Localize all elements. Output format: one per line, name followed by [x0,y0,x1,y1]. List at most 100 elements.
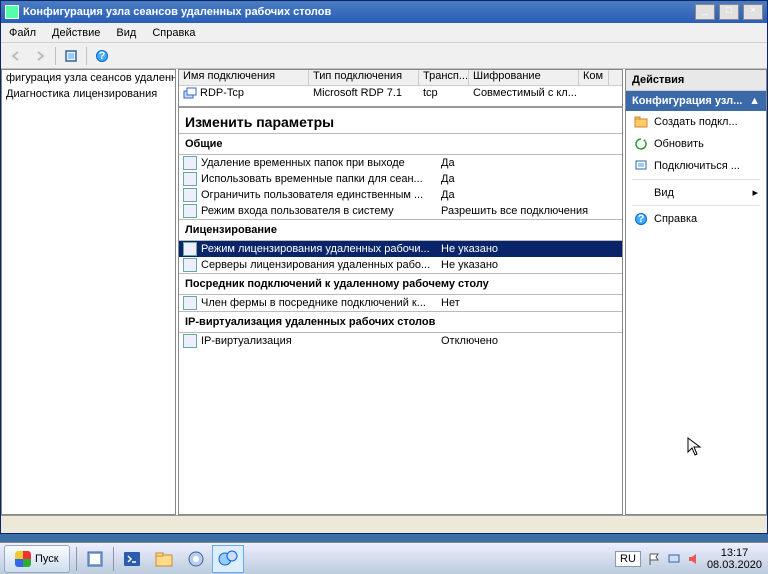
col-comment[interactable]: Ком [579,70,609,85]
prop-row[interactable]: Режим входа пользователя в системуРазреш… [179,203,622,219]
help-button[interactable]: ? [91,46,113,66]
group-general: Общие [179,133,622,155]
toolbar-separator [55,47,56,65]
sheet-icon [183,296,197,310]
titlebar: Конфигурация узла сеансов удаленных рабо… [1,1,767,23]
action-label: Справка [654,213,697,225]
conn-encryption: Совместимый с кл... [469,87,579,101]
sheet-icon [183,242,197,256]
col-transport[interactable]: Трансп... [419,70,469,85]
tree-item-config[interactable]: фигурация узла сеансов удаленных [2,70,175,86]
tray-network-icon[interactable] [667,552,681,566]
toolbar-separator [86,47,87,65]
conn-type: Microsoft RDP 7.1 [309,87,419,101]
menubar: Файл Действие Вид Справка [1,23,767,43]
action-view[interactable]: Вид ▸ [626,182,766,203]
action-separator [632,179,760,180]
tray-sound-icon[interactable] [687,552,701,566]
taskbar-explorer[interactable] [148,545,180,573]
actions-pane: Действия Конфигурация узл... ▲ Создать по… [625,69,767,515]
action-label: Вид [654,187,674,199]
refresh-icon [634,137,648,151]
taskbar-separator [76,547,77,571]
taskbar-powershell[interactable] [116,545,148,573]
create-icon [634,115,648,129]
statusbar [1,515,767,533]
collapse-icon[interactable]: ▲ [749,95,760,107]
prop-row[interactable]: Серверы лицензирования удаленных рабо...… [179,257,622,273]
connect-icon [634,159,648,173]
tray-flag-icon[interactable] [647,552,661,566]
window-title: Конфигурация узла сеансов удаленных рабо… [23,6,691,18]
detail-area: Изменить параметры Общие Удаление времен… [179,106,622,514]
list-header: Имя подключения Тип подключения Трансп..… [179,70,622,86]
group-licensing: Лицензирование [179,219,622,241]
start-label: Пуск [35,553,59,565]
forward-button [29,46,51,66]
tree-item-licensing[interactable]: Диагностика лицензирования [2,86,175,102]
prop-row[interactable]: IP-виртуализацияОтключено [179,333,622,349]
menu-file[interactable]: Файл [1,24,44,42]
actions-context: Конфигурация узл... ▲ [626,91,766,111]
help-icon: ? [634,212,648,226]
col-name[interactable]: Имя подключения [179,70,309,85]
prop-row[interactable]: Использовать временные папки для сеан...… [179,171,622,187]
group-ipvirt: IP-виртуализация удаленных рабочих столо… [179,311,622,333]
action-connect[interactable]: Подключиться ... [626,155,766,177]
action-separator [632,205,760,206]
sheet-icon [183,334,197,348]
prop-row[interactable]: Ограничить пользователя единственным ...… [179,187,622,203]
sheet-icon [183,258,197,272]
clock-date: 08.03.2020 [707,559,762,571]
action-refresh[interactable]: Обновить [626,133,766,155]
conn-name: RDP-Tcp [200,87,244,101]
action-label: Подключиться ... [654,160,740,172]
menu-view[interactable]: Вид [108,24,144,42]
action-label: Обновить [654,138,704,150]
prop-row[interactable]: Член фермы в посреднике подключений к...… [179,295,622,311]
taskbar-server-manager[interactable] [79,545,111,573]
close-button[interactable]: × [743,4,763,20]
prop-row[interactable]: Удаление временных папок при выходеДа [179,155,622,171]
prop-row-selected[interactable]: Режим лицензирования удаленных рабочи...… [179,241,622,257]
action-help[interactable]: ? Справка [626,208,766,230]
taskbar-rdconfig[interactable] [212,545,244,573]
taskbar: Пуск RU 13:1708.03.2020 [0,542,768,574]
conn-transport: tcp [419,87,469,101]
minimize-button[interactable]: _ [695,4,715,20]
taskbar-separator [113,547,114,571]
start-button[interactable]: Пуск [4,545,70,573]
actions-header: Действия [626,70,766,91]
taskbar-rdservices[interactable] [180,545,212,573]
sheet-icon [183,204,197,218]
actions-context-label: Конфигурация узл... [632,95,742,107]
connection-row[interactable]: RDP-Tcp Microsoft RDP 7.1 tcp Совместимы… [179,86,622,102]
windows-logo-icon [15,551,31,567]
col-encryption[interactable]: Шифрование [469,70,579,85]
group-broker: Посредник подключений к удаленному рабоч… [179,273,622,295]
svg-text:?: ? [638,213,645,225]
maximize-button[interactable]: □ [719,4,739,20]
clock-time: 13:17 [707,547,762,559]
refresh-button[interactable] [60,46,82,66]
menu-help[interactable]: Справка [144,24,203,42]
menu-action[interactable]: Действие [44,24,108,42]
col-type[interactable]: Тип подключения [309,70,419,85]
content-pane: Имя подключения Тип подключения Трансп..… [178,69,623,515]
connection-list: Имя подключения Тип подключения Трансп..… [179,70,622,102]
sheet-icon [183,188,197,202]
tree-pane[interactable]: фигурация узла сеансов удаленных Диагнос… [1,69,176,515]
sheet-icon [183,156,197,170]
body: фигурация узла сеансов удаленных Диагнос… [1,69,767,515]
connection-icon [183,87,197,101]
clock[interactable]: 13:1708.03.2020 [707,547,762,571]
system-tray: RU 13:1708.03.2020 [609,547,768,571]
sheet-icon [183,172,197,186]
main-window: Конфигурация узла сеансов удаленных рабо… [0,0,768,534]
svg-text:?: ? [99,50,106,62]
language-indicator[interactable]: RU [615,551,641,567]
action-create-connection[interactable]: Создать подкл... [626,111,766,133]
action-label: Создать подкл... [654,116,738,128]
chevron-right-icon: ▸ [752,186,758,199]
back-button [5,46,27,66]
